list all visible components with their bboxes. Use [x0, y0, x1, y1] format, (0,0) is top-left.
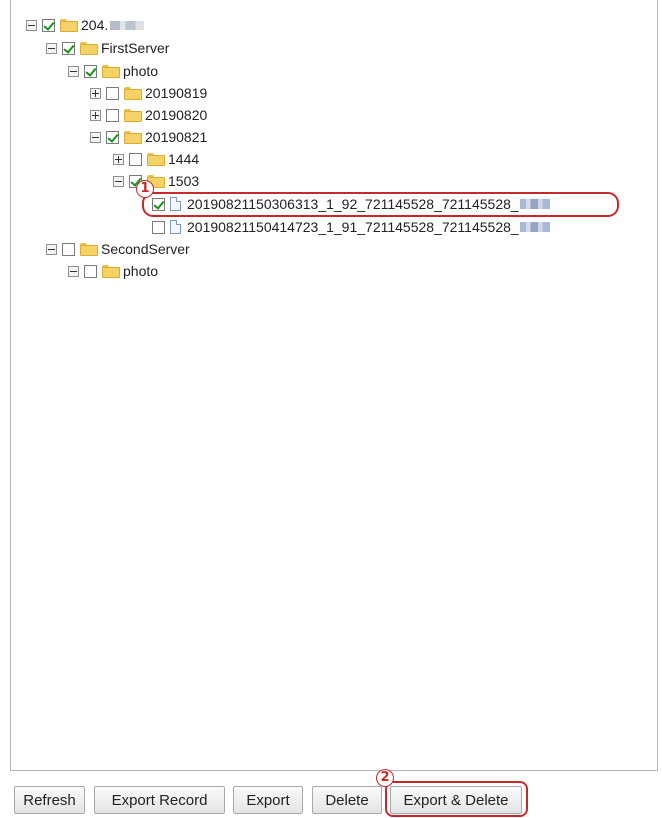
collapse-icon[interactable] [90, 131, 101, 143]
folder-20190819-label: 20190819 [145, 85, 208, 101]
redacted-text [519, 222, 550, 232]
tree-node-1503[interactable]: 1503 [113, 170, 199, 192]
file-1-checkbox[interactable] [152, 197, 165, 211]
photo-2-checkbox[interactable] [84, 264, 97, 278]
refresh-button[interactable]: Refresh [14, 786, 85, 814]
second-server-label: SecondServer [101, 241, 190, 257]
file-2-checkbox[interactable] [152, 220, 165, 234]
folder-icon [80, 41, 98, 55]
photo-label: photo [123, 63, 159, 79]
redacted-ip [110, 20, 145, 30]
folder-icon [124, 130, 142, 144]
expand-icon[interactable] [90, 109, 101, 121]
collapse-icon[interactable] [46, 42, 57, 54]
folder-icon [80, 242, 98, 256]
collapse-icon[interactable] [26, 19, 37, 31]
tree-node-20190819[interactable]: 20190819 [90, 82, 207, 104]
tree-node-photo[interactable]: photo [68, 60, 158, 82]
folder-20190821-checkbox[interactable] [106, 130, 119, 144]
folder-20190820-checkbox[interactable] [106, 108, 119, 122]
collapse-icon[interactable] [46, 243, 57, 255]
file-1-label: 20190821150306313_1_92_721145528_7211455… [187, 196, 519, 212]
first-server-checkbox[interactable] [62, 41, 75, 55]
collapse-icon[interactable] [68, 65, 79, 77]
folder-icon [102, 64, 120, 78]
second-server-checkbox[interactable] [62, 242, 75, 256]
collapse-icon[interactable] [68, 265, 79, 277]
tree-node-20190821[interactable]: 20190821 [90, 126, 207, 148]
export-record-button[interactable]: Export Record [94, 786, 225, 814]
expand-icon[interactable] [113, 153, 124, 165]
tree-node-second-server[interactable]: SecondServer [46, 238, 190, 260]
export-button[interactable]: Export [233, 786, 303, 814]
folder-icon [60, 18, 78, 32]
callout-2: 2 [376, 769, 394, 787]
root-label: 204. [81, 17, 109, 33]
file-icon [170, 220, 181, 234]
tree-node-20190820[interactable]: 20190820 [90, 104, 207, 126]
tree-node-file-2[interactable]: 20190821150414723_1_91_721145528_7211455… [152, 216, 550, 238]
folder-icon [124, 108, 142, 122]
first-server-label: FirstServer [101, 40, 170, 56]
collapse-icon[interactable] [113, 175, 124, 187]
redacted-text [519, 199, 550, 209]
folder-1444-label: 1444 [168, 151, 200, 167]
tree-node-file-1[interactable]: 20190821150306313_1_92_721145528_7211455… [152, 193, 550, 215]
folder-icon [102, 264, 120, 278]
folder-20190821-label: 20190821 [145, 129, 208, 145]
folder-1444-checkbox[interactable] [129, 152, 142, 166]
tree-node-1444[interactable]: 1444 [113, 148, 199, 170]
root-checkbox[interactable] [42, 18, 55, 32]
button-highlight-box [385, 781, 528, 817]
file-2-label: 20190821150414723_1_91_721145528_7211455… [187, 219, 519, 235]
photo-checkbox[interactable] [84, 64, 97, 78]
folder-icon [124, 86, 142, 100]
tree-node-photo-2[interactable]: photo [68, 260, 158, 282]
photo-2-label: photo [123, 263, 159, 279]
tree-node-first-server[interactable]: FirstServer [46, 37, 169, 59]
tree-node-root[interactable]: 204. [26, 14, 145, 36]
delete-button[interactable]: Delete [312, 786, 382, 814]
expand-icon[interactable] [90, 87, 101, 99]
folder-1503-label: 1503 [168, 173, 200, 189]
folder-20190819-checkbox[interactable] [106, 86, 119, 100]
file-icon [170, 197, 181, 211]
folder-20190820-label: 20190820 [145, 107, 208, 123]
folder-icon [147, 152, 165, 166]
